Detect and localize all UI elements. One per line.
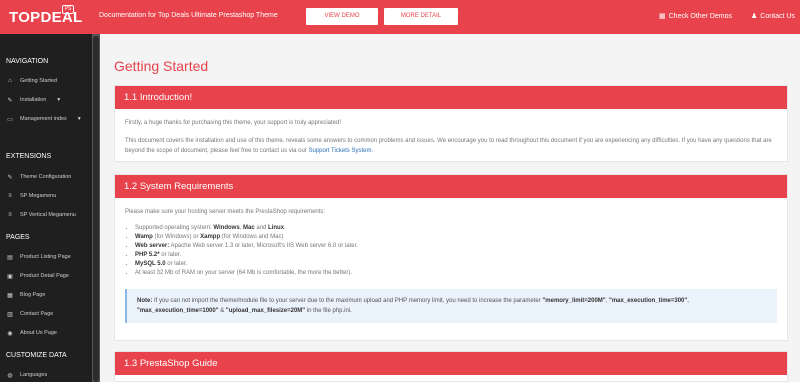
check-demos-link[interactable]: ▦ Check Other Demos	[659, 12, 733, 21]
navigation-heading: NAVIGATION	[6, 58, 49, 65]
sidebar-item-label: Theme Configuration	[20, 174, 72, 180]
guide-card: 1.3 PrestaShop Guide	[114, 351, 788, 382]
doc-title: Documentation for Top Deals Ultimate Pre…	[99, 12, 278, 19]
sidebar-item-label: SP Vertical Megamenu	[20, 212, 76, 218]
intro-card-body: Firstly, a huge thanks for purchasing th…	[115, 109, 787, 173]
sidebar-item-label: Languages	[20, 372, 48, 378]
sidebar-item-label: Management index	[20, 116, 67, 122]
sidebar-item-sp-megamenu[interactable]: ≡ SP Megamenu	[6, 190, 90, 202]
list-item: PHP 5.2* or later.	[135, 251, 777, 260]
globe-icon: ◍	[7, 372, 13, 379]
user-icon: ♟	[751, 13, 758, 20]
menu-icon: ≡	[8, 212, 12, 218]
sidebar-item-label: Getting Started	[20, 78, 57, 84]
sidebar-item-label: Product Listing Page	[20, 254, 71, 260]
contact-icon: ▥	[7, 311, 13, 318]
pages-heading: PAGES	[6, 234, 30, 241]
list-item: MySQL 5.0 or later.	[135, 260, 777, 269]
sidebar-item-label: About Us Page	[20, 330, 57, 336]
guide-card-title: 1.3 PrestaShop Guide	[115, 352, 787, 375]
sidebar-item-installation[interactable]: ✎ Installation ▼	[6, 94, 90, 106]
page-title: Getting Started	[114, 58, 209, 74]
sidebar-item-label: SP Megamenu	[20, 193, 57, 199]
list-item: Supported operating system: Windows, Mac…	[135, 224, 777, 233]
list-item: Web server: Apache Web server 1.3 or lat…	[135, 242, 777, 251]
requirements-card-title: 1.2 System Requirements	[115, 175, 787, 198]
sidebar-item-label: Product Detail Page	[20, 273, 69, 279]
list-icon: ▤	[7, 254, 13, 261]
sidebar-item-getting-started[interactable]: ⌂ Getting Started	[6, 75, 90, 87]
requirements-card: 1.2 System Requirements Please make sure…	[114, 174, 788, 341]
check-demos-label: Check Other Demos	[668, 12, 733, 20]
sidebar-scrollbar-thumb[interactable]	[93, 36, 99, 382]
view-demo-button[interactable]: VIEW DEMO	[306, 8, 378, 25]
requirements-card-body: Please make sure your hosting server mee…	[115, 198, 787, 338]
list-item: At least 32 Mb of RAM on your server (64…	[135, 269, 777, 278]
intro-paragraph-1: Firstly, a huge thanks for purchasing th…	[125, 120, 341, 126]
intro-card-title: 1.1 Introduction!	[115, 86, 787, 109]
sidebar-item-management-index[interactable]: ▭ Management index ▼	[6, 113, 90, 125]
sidebar-item-label: Blog Page	[20, 292, 46, 298]
more-detail-button[interactable]: MORE DETAIL	[384, 8, 458, 25]
requirements-list: Supported operating system: Windows, Mac…	[135, 224, 777, 278]
intro-card: 1.1 Introduction! Firstly, a huge thanks…	[114, 85, 788, 162]
caret-down-icon: ▼	[76, 116, 82, 122]
support-tickets-link[interactable]: Support Tickets System	[308, 148, 371, 154]
grid-icon: ▦	[659, 13, 666, 20]
menu-icon: ≡	[8, 193, 12, 199]
contact-link[interactable]: ♟ Contact Us	[751, 12, 795, 21]
monitor-icon: ▭	[7, 116, 13, 123]
note-box: Note: If you can not import the theme/mo…	[125, 289, 777, 323]
sidebar-item-sp-vertical-megamenu[interactable]: ≡ SP Vertical Megamenu	[6, 209, 90, 221]
requirements-lead: Please make sure your hosting server mee…	[125, 209, 326, 215]
sidebar-item-label: Installation	[20, 97, 47, 103]
sidebar-item-about-us[interactable]: ◉ About Us Page	[6, 327, 90, 339]
sidebar-item-product-listing[interactable]: ▤ Product Listing Page	[6, 251, 90, 263]
sidebar-item-blog[interactable]: ▦ Blog Page	[6, 289, 90, 301]
sidebar-item-languages[interactable]: ◍ Languages	[6, 369, 90, 381]
file-icon: ▣	[7, 273, 13, 280]
sidebar-item-product-detail[interactable]: ▣ Product Detail Page	[6, 270, 90, 282]
user-icon: ◉	[7, 330, 13, 337]
sidebar-item-contact[interactable]: ▥ Contact Page	[6, 308, 90, 320]
contact-label: Contact Us	[760, 12, 795, 20]
logo-badge: PS	[62, 5, 74, 14]
sidebar-item-label: Contact Page	[20, 311, 54, 317]
intro-paragraph-2: This document covers the installation an…	[125, 138, 772, 154]
wrench-icon: ✎	[7, 97, 13, 104]
extensions-heading: EXTENSIONS	[6, 153, 52, 160]
customize-heading: CUSTOMIZE DATA	[6, 352, 67, 359]
pencil-icon: ✎	[7, 174, 13, 181]
blog-icon: ▦	[7, 292, 13, 299]
sidebar-item-theme-configuration[interactable]: ✎ Theme Configuration	[6, 171, 90, 183]
home-icon: ⌂	[8, 78, 12, 84]
list-item: Wamp (for Windows) or Xampp (for Windows…	[135, 233, 777, 242]
caret-down-icon: ▼	[56, 97, 62, 103]
